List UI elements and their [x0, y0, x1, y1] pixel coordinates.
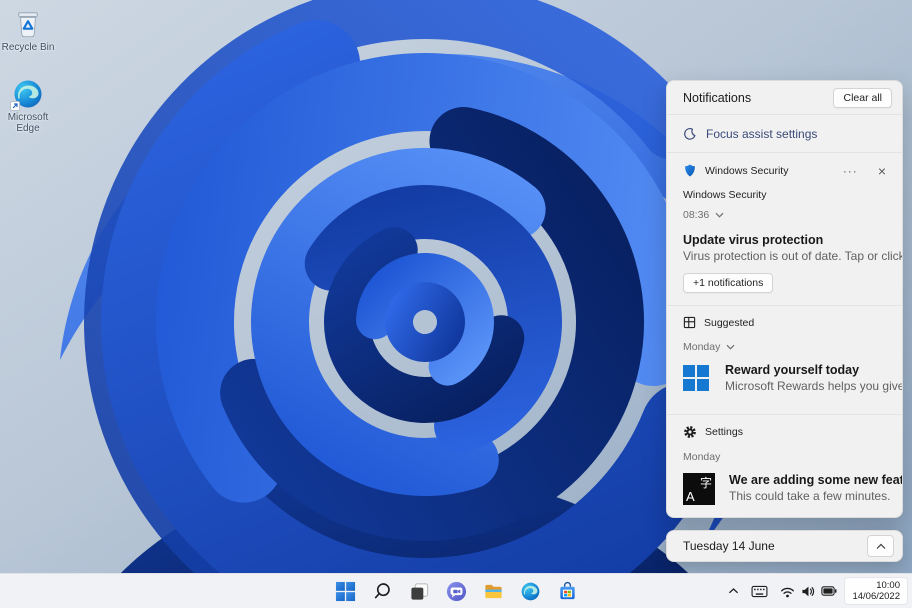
suggested-grid-icon — [683, 316, 696, 329]
focus-assist-settings-link[interactable]: Focus assist settings — [667, 115, 902, 153]
notification-subtitle: Windows Security — [683, 189, 767, 201]
language-zi-glyph: 字 — [699, 476, 712, 490]
search-icon — [374, 583, 390, 599]
notification-title: Update virus protection — [683, 233, 824, 247]
more-notifications-button[interactable]: +1 notifications — [683, 273, 774, 293]
notification-center-panel: Notifications Clear all Focus assist set… — [666, 80, 903, 518]
wifi-icon — [781, 587, 795, 597]
notification-group-windows-security[interactable]: Windows Security ··· × Windows Security … — [667, 153, 902, 306]
notification-title: We are adding some new features to Windo… — [729, 473, 902, 487]
notification-body: Virus protection is out of date. Tap or … — [683, 249, 902, 263]
chat-button[interactable] — [441, 576, 471, 606]
edge-taskbar-button[interactable] — [515, 576, 545, 606]
settings-section-label: Settings — [705, 426, 743, 438]
notification-title: Reward yourself today — [725, 363, 860, 377]
notification-group-suggested: Suggested Monday Reward yourself today M… — [667, 306, 902, 415]
chat-icon — [446, 581, 466, 601]
shortcut-arrow-icon — [10, 101, 20, 111]
notification-group-settings: Settings Monday 字 A We are adding some n… — [667, 415, 902, 517]
clock-date-button[interactable]: 10:00 14/06/2022 — [844, 577, 908, 605]
settings-day-label-row: Monday — [683, 451, 902, 463]
close-icon[interactable]: × — [878, 164, 886, 178]
language-features-icon: 字 A — [683, 473, 715, 505]
chevron-up-icon — [876, 543, 885, 549]
focus-assist-label: Focus assist settings — [706, 126, 818, 141]
more-options-icon[interactable]: ··· — [843, 164, 858, 178]
settings-day-label: Monday — [683, 451, 721, 463]
edge-icon — [521, 582, 539, 600]
chevron-down-icon — [715, 212, 724, 218]
notification-app-name: Windows Security — [705, 164, 789, 177]
system-tray: 10:00 14/06/2022 — [723, 574, 908, 608]
notification-time-toggle[interactable]: 08:36 — [683, 209, 902, 221]
file-explorer-button[interactable] — [478, 576, 508, 606]
notification-time: 08:36 — [683, 209, 710, 221]
desktop-icon-label: Recycle Bin — [1, 42, 55, 53]
clear-all-button[interactable]: Clear all — [833, 87, 892, 108]
battery-icon — [821, 586, 837, 596]
start-icon — [335, 581, 355, 601]
start-button[interactable] — [330, 576, 360, 606]
calendar-expand-button[interactable] — [867, 535, 894, 557]
chevron-down-icon — [726, 344, 735, 350]
search-button[interactable] — [367, 576, 397, 606]
notifications-header: Notifications Clear all — [667, 81, 902, 115]
file-explorer-icon — [484, 584, 502, 598]
taskbar: 10:00 14/06/2022 — [0, 573, 912, 608]
task-view-button[interactable] — [404, 576, 434, 606]
desktop-icon-recycle-bin[interactable]: Recycle Bin — [0, 6, 56, 53]
chevron-up-icon — [729, 588, 739, 594]
task-view-icon — [410, 582, 428, 600]
keyboard-icon — [751, 585, 768, 597]
touch-keyboard-button[interactable] — [746, 577, 773, 605]
desktop-icon-microsoft-edge[interactable]: Microsoft Edge — [0, 76, 56, 134]
microsoft-logo-icon — [683, 365, 709, 391]
settings-notification[interactable]: 字 A We are adding some new features to W… — [683, 473, 902, 505]
calendar-date-label: Tuesday 14 June — [683, 539, 775, 553]
suggested-notification[interactable]: Reward yourself today Microsoft Rewards … — [683, 363, 902, 393]
microsoft-store-button[interactable] — [552, 576, 582, 606]
network-volume-battery-button[interactable] — [775, 577, 842, 605]
store-icon — [559, 581, 575, 599]
calendar-flyout-bar[interactable]: Tuesday 14 June — [666, 530, 903, 562]
tray-date: 14/06/2022 — [852, 591, 900, 602]
notifications-title: Notifications — [683, 90, 752, 105]
desktop-icon-label: Microsoft Edge — [7, 112, 49, 134]
suggested-day-toggle[interactable]: Monday — [683, 341, 902, 353]
taskbar-center-icons — [330, 576, 582, 606]
gear-icon — [684, 426, 696, 438]
volume-icon — [802, 586, 815, 596]
windows-security-shield-icon — [685, 164, 695, 177]
suggested-section-label: Suggested — [704, 316, 755, 329]
moon-icon — [684, 127, 696, 140]
recycle-bin-icon — [18, 12, 38, 38]
notification-body: Microsoft Rewards helps you give back — [725, 379, 902, 393]
notification-body: This could take a few minutes. — [729, 489, 891, 503]
tray-time: 10:00 — [876, 580, 900, 591]
suggested-day-label: Monday — [683, 341, 721, 353]
language-a-glyph: A — [686, 489, 695, 504]
hidden-icons-button[interactable] — [723, 577, 744, 605]
